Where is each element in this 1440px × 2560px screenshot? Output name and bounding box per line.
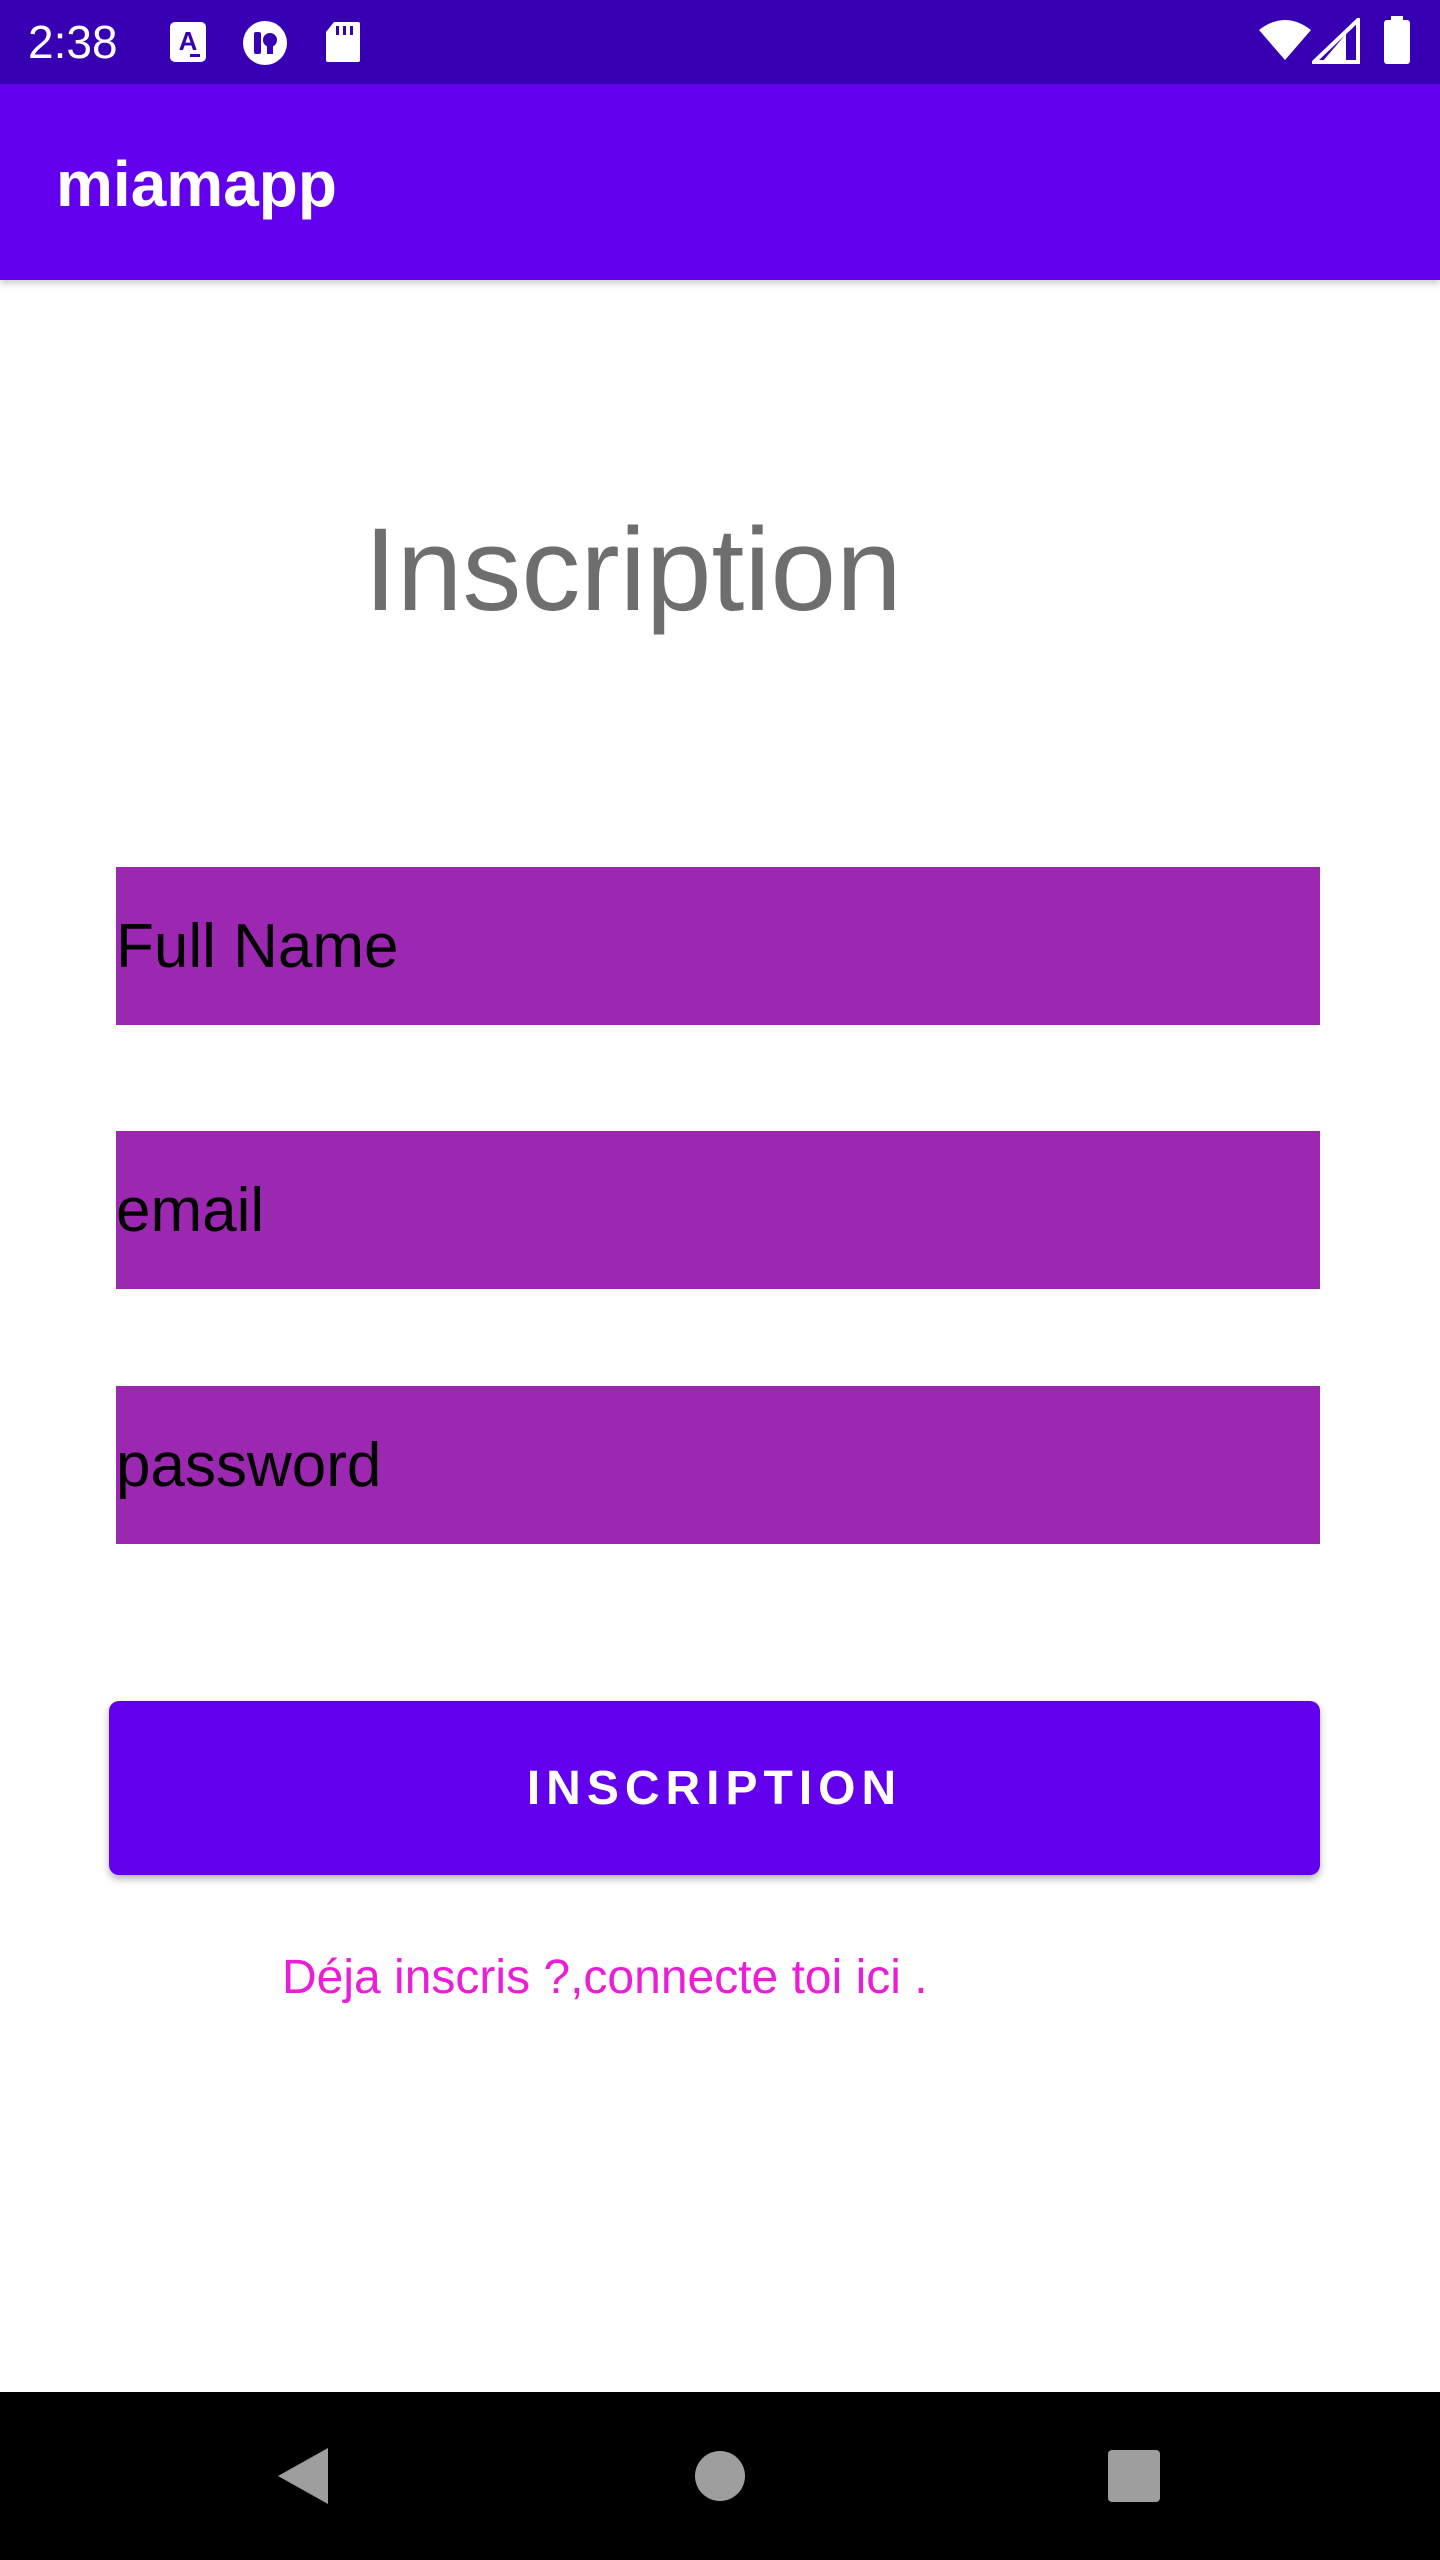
cell-signal-icon [1309, 15, 1360, 68]
navigation-bar [0, 2392, 1440, 2560]
back-icon [278, 2448, 328, 2504]
full-name-input[interactable] [116, 867, 1320, 1025]
home-icon [695, 2451, 745, 2501]
home-button[interactable] [640, 2392, 800, 2560]
inscription-button[interactable]: INSCRIPTION [109, 1701, 1320, 1875]
sd-card-icon [324, 20, 362, 68]
app-bar: miamapp [0, 84, 1440, 280]
status-bar: 2:38 A [0, 0, 1440, 84]
svg-text:A: A [179, 26, 198, 56]
notification-app-icon [240, 20, 290, 70]
status-time: 2:38 [28, 16, 118, 68]
signup-screen: 2:38 A miamapp Inscription Full Name ema… [0, 0, 1440, 2560]
back-button[interactable] [222, 2392, 382, 2560]
page-title: Inscription [364, 504, 902, 636]
app-title: miamapp [56, 148, 337, 220]
battery-icon [1382, 16, 1412, 70]
recents-icon [1108, 2450, 1160, 2502]
wifi-icon [1258, 18, 1312, 66]
email-input[interactable] [116, 1131, 1320, 1289]
recents-button[interactable] [1054, 2392, 1214, 2560]
login-link[interactable]: Déja inscris ?,connecte toi ici . [282, 1948, 928, 2008]
font-a-icon: A [168, 20, 208, 68]
password-input[interactable] [116, 1386, 1320, 1544]
